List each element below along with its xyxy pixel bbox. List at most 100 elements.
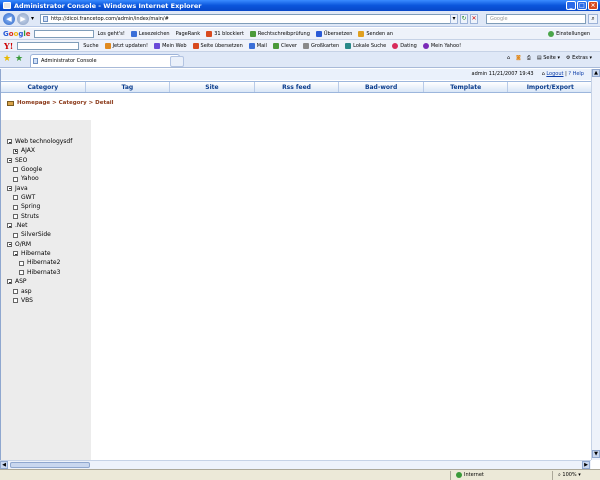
tree-node[interactable]: SilverSide [13, 230, 72, 239]
yahoo-search-input[interactable] [17, 41, 80, 50]
translate-page-button[interactable]: Seite übersetzen [192, 42, 243, 49]
tree-node[interactable]: Struts [13, 212, 72, 221]
search-input[interactable]: Google [486, 14, 586, 24]
my-yahoo-button[interactable]: Mein Yahoo! [422, 42, 461, 49]
collapse-icon[interactable] [7, 279, 12, 285]
tree-node-label[interactable]: VBS [21, 296, 33, 305]
close-button[interactable]: × [588, 1, 598, 10]
tree-node[interactable]: Yahoo [13, 174, 72, 183]
menu-category[interactable]: Category [1, 82, 86, 92]
back-icon[interactable]: ◀ [3, 13, 15, 25]
tab-administrator-console[interactable]: Administrator Console [30, 54, 180, 67]
tree-node[interactable]: .Net [7, 221, 72, 230]
help-link[interactable]: ? Help [568, 71, 584, 77]
tools-menu[interactable]: ⚙ Extras ▾ [566, 55, 592, 61]
tree-node-label[interactable]: Yahoo [21, 174, 39, 183]
tree-node[interactable]: Hibernate2 [19, 258, 72, 267]
collapse-icon[interactable] [7, 139, 12, 145]
tree-node-label[interactable]: Struts [21, 212, 39, 221]
tree-node-label[interactable]: Spring [21, 202, 40, 211]
history-dropdown-icon[interactable]: ▾ [31, 15, 34, 22]
popup-blocker-button[interactable]: 31 blockiert [206, 30, 244, 37]
tree-node-label[interactable]: Java [15, 184, 28, 193]
scroll-thumb[interactable] [10, 462, 90, 468]
zoom-level[interactable]: ⌕ 100% ▾ [558, 472, 581, 478]
scroll-up-icon[interactable]: ▲ [592, 69, 600, 77]
maps-button[interactable]: Großkarten [303, 42, 339, 49]
menu-bad-word[interactable]: Bad-word [339, 82, 424, 92]
vertical-scrollbar[interactable]: ▲ ▼ [591, 69, 600, 460]
print-icon[interactable]: ⎙ [527, 55, 531, 61]
new-tab-button[interactable] [170, 56, 184, 67]
page-menu[interactable]: ▤ Seite ▾ [537, 55, 560, 61]
collapse-icon[interactable] [7, 157, 12, 163]
maximize-button[interactable]: □ [577, 1, 587, 10]
mail-button[interactable]: Mail [248, 42, 267, 49]
translate-button[interactable]: Übersetzen [315, 30, 352, 37]
refresh-icon[interactable]: ↻ [460, 14, 468, 24]
breadcrumb-text[interactable]: Homepage > Category > Detail [17, 100, 114, 106]
local-search-button[interactable]: Lokale Suche [345, 42, 386, 49]
google-go-button[interactable]: Los geht's! [98, 31, 125, 37]
tree-node[interactable]: AJAX [13, 146, 72, 155]
tree-node[interactable]: GWT [13, 193, 72, 202]
google-settings-button[interactable]: Einstellungen [548, 30, 590, 37]
address-input[interactable]: http://dicoi.francetop.com/admin/index/m… [40, 14, 458, 24]
send-to-button[interactable]: Senden an [358, 30, 393, 37]
tree-node-label[interactable]: SilverSide [21, 230, 51, 239]
yahoo-search-button[interactable]: Suche [83, 43, 98, 49]
tree-node[interactable]: SEO [7, 156, 72, 165]
yahoo-update-button[interactable]: Jetzt updaten! [104, 42, 148, 49]
tree-node[interactable]: Spring [13, 202, 72, 211]
logout-link[interactable]: Logout [546, 71, 563, 77]
collapse-icon[interactable] [13, 251, 18, 257]
minimize-button[interactable]: _ [566, 1, 576, 10]
menu-site[interactable]: Site [170, 82, 255, 92]
tree-node-label[interactable]: Hibernate2 [27, 258, 60, 267]
tree-node-label[interactable]: SEO [15, 156, 27, 165]
tree-node[interactable]: Web technologysdf [7, 137, 72, 146]
favorites-star-icon[interactable]: ★ [3, 54, 11, 64]
add-favorite-icon[interactable]: ★ [15, 54, 23, 64]
home-icon[interactable]: ⌂ [507, 55, 510, 61]
tree-node-label[interactable]: asp [21, 287, 32, 296]
tree-node[interactable]: O/RM [7, 240, 72, 249]
tree-node[interactable]: Google [13, 165, 72, 174]
tree-node-label[interactable]: .Net [15, 221, 27, 230]
scroll-down-icon[interactable]: ▼ [592, 450, 600, 458]
tree-node[interactable]: Java [7, 184, 72, 193]
tree-node-label[interactable]: O/RM [15, 240, 31, 249]
menu-rss-feed[interactable]: Rss feed [255, 82, 340, 92]
tree-node-label[interactable]: ASP [15, 277, 27, 286]
collapse-icon[interactable] [7, 241, 12, 247]
tree-node-label[interactable]: GWT [21, 193, 35, 202]
scroll-left-icon[interactable]: ◀ [0, 461, 8, 469]
tree-node-label[interactable]: Google [21, 165, 42, 174]
expand-icon[interactable] [13, 148, 18, 154]
menu-import-export[interactable]: Import/Export [508, 82, 591, 92]
tree-node[interactable]: ASP [7, 277, 72, 286]
collapse-icon[interactable] [7, 185, 12, 191]
address-dropdown-icon[interactable]: ▾ [450, 14, 458, 24]
scroll-right-icon[interactable]: ▶ [582, 461, 590, 469]
spellcheck-button[interactable]: Rechtschreibprüfung [249, 30, 310, 37]
dating-button[interactable]: Dating [392, 42, 417, 49]
collapse-icon[interactable] [7, 223, 12, 229]
horizontal-scrollbar[interactable]: ◀ ▶ [0, 460, 591, 469]
tree-node-label[interactable]: Hibernate [21, 249, 51, 258]
menu-template[interactable]: Template [424, 82, 509, 92]
tree-node-label[interactable]: AJAX [21, 146, 35, 155]
forward-icon[interactable]: ▶ [17, 13, 29, 25]
tree-node[interactable]: Hibernate3 [19, 268, 72, 277]
tree-node[interactable]: Hibernate [13, 249, 72, 258]
stop-icon[interactable]: ✕ [470, 14, 478, 24]
my-web-button[interactable]: Mein Web [154, 42, 187, 49]
tree-node-label[interactable]: Hibernate3 [27, 268, 60, 277]
bookmarks-button[interactable]: Lesezeichen [130, 30, 170, 37]
tree-node[interactable]: VBS [13, 296, 72, 305]
tree-node[interactable]: asp [13, 287, 72, 296]
google-search-input[interactable] [33, 29, 94, 38]
clever-button[interactable]: Clever [272, 42, 297, 49]
feeds-icon[interactable]: ◙ [516, 55, 521, 61]
menu-tag[interactable]: Tag [86, 82, 171, 92]
